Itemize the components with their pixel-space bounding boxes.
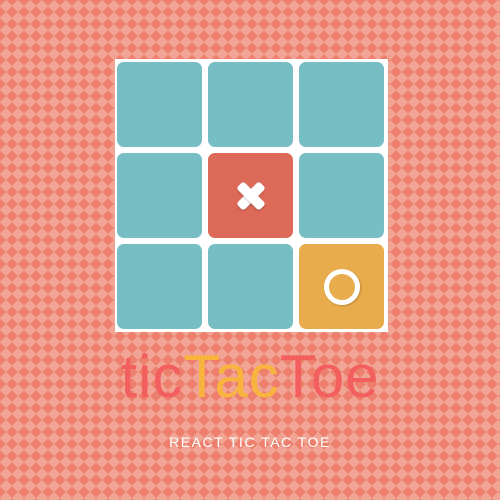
board-cell-3[interactable] [117,153,202,238]
subtitle: REACT TIC TAC TOE [169,434,331,450]
title-toe: Toe [279,343,380,410]
o-mark-icon [323,268,360,305]
title-tac: Tac [183,343,280,410]
board-cell-7[interactable] [208,244,293,329]
x-mark-icon [228,173,273,218]
board-cell-4[interactable] [208,153,293,238]
board-cell-2[interactable] [299,62,384,147]
board-cell-1[interactable] [208,62,293,147]
logo-title: ticTacToe [0,342,500,412]
game-board [115,59,388,332]
board-cell-5[interactable] [299,153,384,238]
board-cell-6[interactable] [117,244,202,329]
board-cell-0[interactable] [117,62,202,147]
board-cell-8[interactable] [299,244,384,329]
title-tic: tic [120,343,184,410]
